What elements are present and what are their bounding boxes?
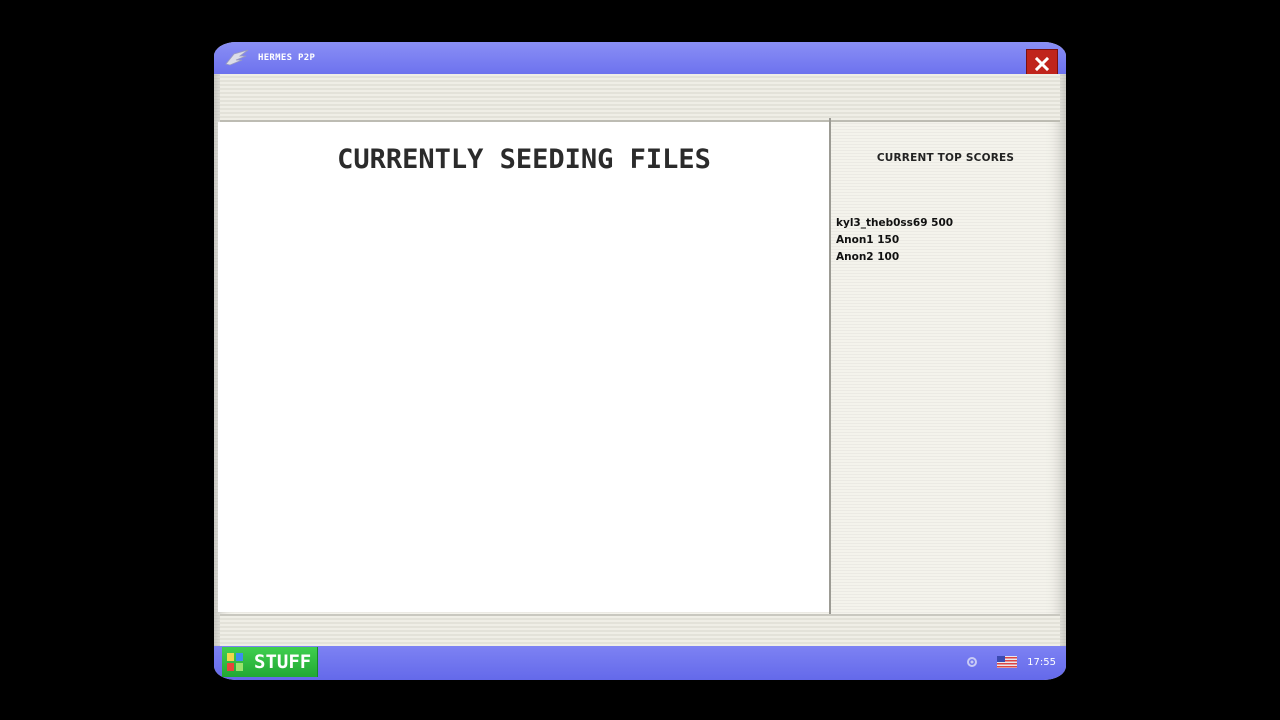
desktop-screen: HERMES P2P CURRENTLY SEEDING FILES CURRE… <box>214 42 1066 680</box>
taskbar: STUFF 17:55 <box>214 646 1066 680</box>
seeding-files-panel: CURRENTLY SEEDING FILES <box>218 122 830 612</box>
flag-icon[interactable] <box>997 656 1018 668</box>
close-icon <box>1034 56 1050 72</box>
score-item: Anon2 100 <box>836 251 900 263</box>
taskbar-clock: 17:55 <box>1027 656 1056 668</box>
system-tray: 17:55 <box>965 652 1056 672</box>
top-scores-panel: CURRENT TOP SCORES kyl3_theb0ss69 500 An… <box>831 122 1060 612</box>
window-toolbar <box>220 74 1060 122</box>
settings-tray-icon[interactable] <box>965 655 979 669</box>
start-button[interactable]: STUFF <box>222 647 318 677</box>
top-scores-heading: CURRENT TOP SCORES <box>876 152 1015 164</box>
window-status-strip <box>220 614 1060 648</box>
score-list: kyl3_theb0ss69 500 Anon1 150 Anon2 100 <box>836 215 953 266</box>
wing-icon <box>224 48 250 68</box>
start-button-label: STUFF <box>254 651 312 673</box>
score-item: Anon1 150 <box>836 234 900 246</box>
score-item: kyl3_theb0ss69 500 <box>836 217 954 229</box>
stuff-menu-icon <box>226 652 244 672</box>
window-titlebar[interactable]: HERMES P2P <box>214 42 1066 79</box>
window-title: HERMES P2P <box>258 53 316 63</box>
seeding-files-heading: CURRENTLY SEEDING FILES <box>337 144 711 175</box>
